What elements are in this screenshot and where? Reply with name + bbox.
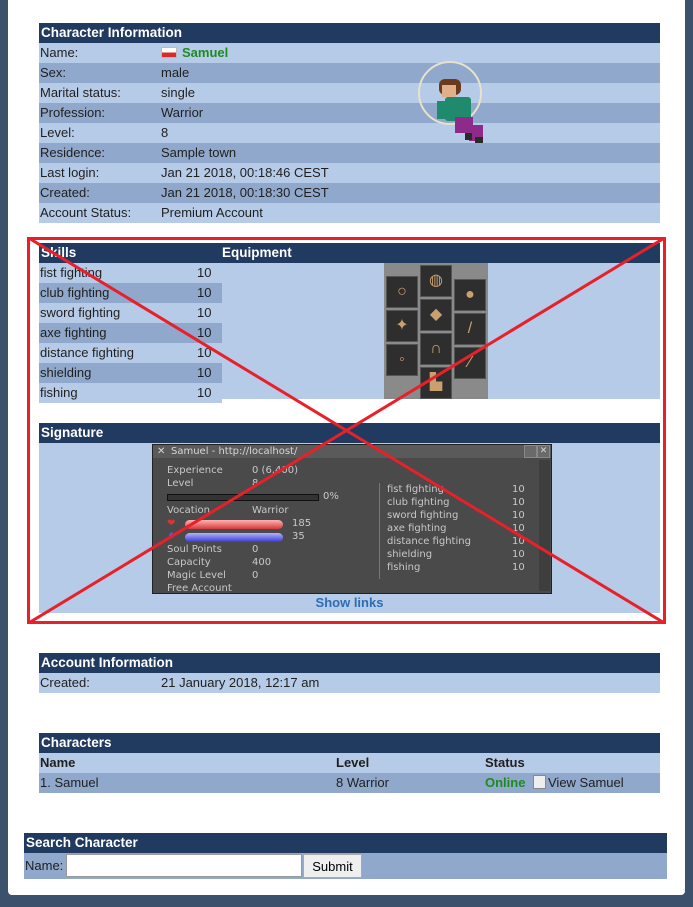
profile-page: Character Information Name: Samuel Sex: m… <box>8 0 685 895</box>
ring-icon: ◦ <box>386 344 418 376</box>
signature-title-bar: ✕ Samuel - http://localhost/ ✕ <box>153 445 551 458</box>
info-row-residence: Residence: Sample town <box>39 143 660 163</box>
signature-section: Signature ✕ Samuel - http://localhost/ ✕… <box>39 423 660 613</box>
info-row-sex: Sex: male <box>39 63 660 83</box>
info-row-profession: Profession: Warrior <box>39 103 660 123</box>
ammo-icon: ⁄ <box>454 347 486 379</box>
info-row-level: Level: 8 <box>39 123 660 143</box>
characters-column-headers: Name Level Status <box>39 753 660 773</box>
backpack-icon: ● <box>454 279 486 311</box>
torch-icon: / <box>454 313 486 345</box>
skill-row: club fighting 10 <box>39 283 222 303</box>
search-character-form: Search Character Name: Submit <box>24 833 667 879</box>
info-row-marital: Marital status: single <box>39 83 660 103</box>
info-row-account-status: Account Status: Premium Account <box>39 203 660 223</box>
close-x-icon: ✕ <box>157 446 166 457</box>
search-name-input[interactable] <box>66 854 302 877</box>
signature-skills: fist fighting 10 club fighting 10 sword fi… <box>387 484 525 573</box>
character-info-header: Character Information <box>39 23 660 43</box>
club-weapon-icon: ✦ <box>386 310 418 342</box>
view-character-link[interactable]: View Samuel <box>533 773 624 793</box>
helmet-icon: ◍ <box>420 265 452 297</box>
info-row-name: Name: Samuel <box>39 43 660 63</box>
boots-icon: ▙ <box>420 367 452 399</box>
account-info-header: Account Information <box>39 653 660 673</box>
characters-header: Characters <box>39 733 660 753</box>
skill-row: sword fighting 10 <box>39 303 222 323</box>
signature-image[interactable]: ✕ Samuel - http://localhost/ ✕ Experienc… <box>152 444 552 594</box>
legs-icon: ∩ <box>420 333 452 365</box>
search-header: Search Character <box>24 833 667 853</box>
amulet-icon: ○ <box>386 276 418 308</box>
skills-equipment-header: Skills Equipment <box>39 243 660 263</box>
close-icon: ✕ <box>537 445 550 458</box>
equipment-grid: ○ ◍ ● ✦ ◆ / ◦ ∩ ⁄ ▙ <box>384 263 488 399</box>
skill-row: fist fighting 10 <box>39 263 222 283</box>
characters-table: Characters Name Level Status 1. Samuel 8… <box>39 733 660 793</box>
broken-image-icon <box>533 775 546 789</box>
character-outfit-avatar <box>418 61 483 143</box>
signature-header: Signature <box>39 423 660 443</box>
character-name: Samuel <box>161 43 228 63</box>
armor-icon: ◆ <box>420 299 452 331</box>
search-row: Name: Submit <box>24 853 667 879</box>
skill-row: axe fighting 10 <box>39 323 222 343</box>
status-online: Online <box>485 775 526 790</box>
skill-row: shielding 10 <box>39 363 222 383</box>
info-row-created: Created: Jan 21 2018, 00:18:30 CEST <box>39 183 660 203</box>
skill-row: distance fighting 10 <box>39 343 222 363</box>
poland-flag-icon <box>161 47 177 58</box>
skills-equipment-section: Skills Equipment fist fighting 10 club fi… <box>39 243 660 403</box>
account-info-table: Account Information Created: 21 January 2… <box>39 653 660 693</box>
show-links-link[interactable]: Show links <box>39 595 660 610</box>
table-row: 1. Samuel 8 Warrior Online View Samuel <box>39 773 660 793</box>
account-created-row: Created: 21 January 2018, 12:17 am <box>39 673 660 693</box>
minimize-icon <box>524 445 537 458</box>
character-info-table: Character Information Name: Samuel Sex: m… <box>39 23 660 223</box>
submit-button[interactable]: Submit <box>303 854 362 878</box>
info-row-last-login: Last login: Jan 21 2018, 00:18:46 CEST <box>39 163 660 183</box>
skills-list: fist fighting 10 club fighting 10 sword fi… <box>39 263 660 403</box>
skill-row: fishing 10 <box>39 383 222 403</box>
